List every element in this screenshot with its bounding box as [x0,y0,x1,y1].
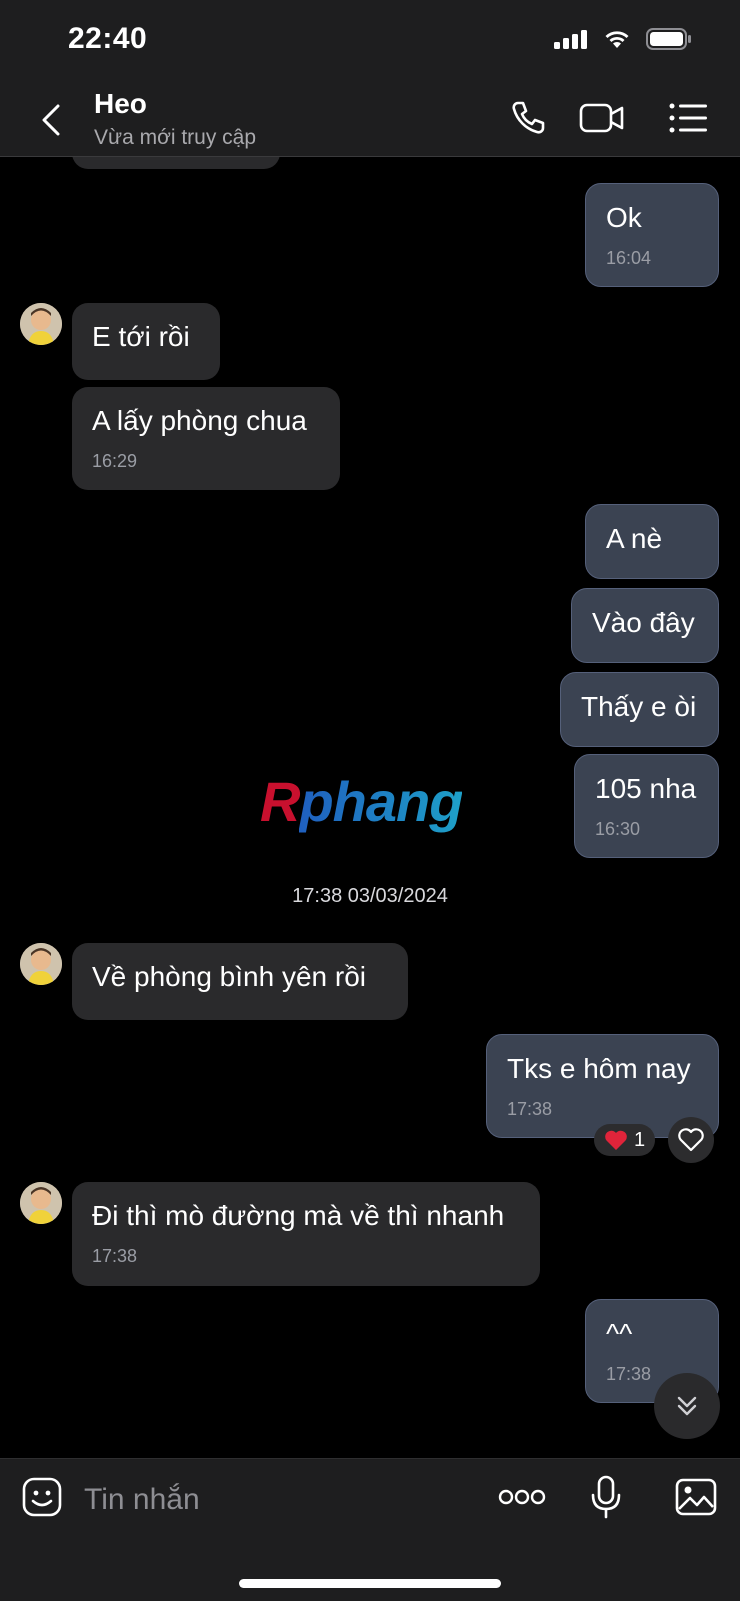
status-time: 22:40 [68,22,148,55]
avatar-photo [20,303,62,345]
message-bubble-incoming[interactable]: E tới rồi [72,303,220,380]
message-text: 105 nha [595,773,697,804]
scroll-to-bottom-button[interactable] [654,1373,720,1439]
avatar-photo [20,1182,62,1224]
message-composer [0,1458,740,1601]
message-text: Tks e hôm nay [507,1053,691,1084]
avatar-photo [20,943,62,985]
message-bubble-incoming[interactable]: A lấy phòng chua 16:29 [72,387,340,490]
message-text: Đi thì mò đường mà về thì nhanh [92,1200,505,1231]
image-icon [675,1478,717,1516]
message-text: ^^ [606,1318,633,1349]
back-button[interactable] [36,100,66,140]
cellular-signal-icon [554,30,587,49]
reaction-count: 1 [634,1128,646,1151]
message-text: Thấy e òi [581,691,697,722]
double-chevron-down-icon [677,1396,697,1416]
contact-status: Vừa mới truy cập [94,126,257,149]
battery-icon [646,28,691,50]
date-separator: 17:38 03/03/2024 [292,885,448,907]
contact-avatar[interactable] [20,943,62,985]
contact-avatar[interactable] [20,1182,62,1224]
watermark-letter: R [260,770,300,833]
chevron-left-icon [42,104,60,136]
watermark-logo: Rphang [260,769,463,834]
heart-reaction-icon [605,1130,627,1150]
chat-options-button[interactable] [664,96,712,140]
voice-call-button[interactable] [504,96,552,140]
more-dots-icon [498,1489,546,1505]
video-call-button[interactable] [578,96,626,140]
message-bubble-incoming[interactable]: Đi thì mò đường mà về thì nhanh 17:38 [72,1182,540,1286]
message-text: A nè [606,523,663,554]
wifi-icon [605,31,629,48]
phone-icon [512,101,545,134]
message-time: 16:30 [595,819,641,839]
emoji-sticker-icon [22,1477,62,1517]
contact-name[interactable]: Heo [94,88,147,120]
message-input[interactable] [82,1477,466,1523]
message-bubble-outgoing[interactable]: Ok 16:04 [585,183,719,287]
watermark-text: phang [299,770,463,833]
reaction-badge[interactable]: 1 [594,1124,656,1156]
message-bubble-incoming[interactable]: Về phòng bình yên rồi [72,943,408,1020]
microphone-icon [591,1475,621,1519]
message-bubble-outgoing[interactable]: A nè [585,504,719,579]
heart-outline-icon [678,1128,704,1152]
message-text: Về phòng bình yên rồi [92,961,366,992]
video-camera-icon [579,103,624,133]
photo-gallery-button[interactable] [672,1473,720,1521]
chat-header: Heo Vừa mới truy cập [0,82,740,157]
message-text: A lấy phòng chua [92,405,307,436]
message-text: Ok [606,202,642,233]
message-bubble-outgoing[interactable]: 105 nha 16:30 [574,754,719,858]
message-bubble-outgoing[interactable]: Thấy e òi [560,672,719,747]
status-icons [554,28,692,50]
message-time: 16:29 [92,451,138,471]
sticker-button[interactable] [18,1473,66,1521]
message-time: 17:38 [92,1246,138,1266]
message-bubble-incoming[interactable] [72,157,280,169]
message-text: Vào đây [592,607,695,638]
voice-message-button[interactable] [582,1473,630,1521]
message-bubble-outgoing[interactable]: Vào đây [571,588,719,663]
home-indicator[interactable] [239,1579,501,1588]
status-bar: 22:40 [0,0,740,82]
list-menu-icon [669,103,707,133]
message-time: 17:38 [507,1099,553,1119]
more-options-button[interactable] [498,1473,546,1521]
message-list[interactable]: Ok 16:04 E tới rồi A lấy phòng chua 16:2… [0,157,740,1457]
contact-avatar[interactable] [20,303,62,345]
react-button[interactable] [668,1117,714,1163]
message-text: E tới rồi [92,321,190,352]
message-time: 16:04 [606,248,652,268]
